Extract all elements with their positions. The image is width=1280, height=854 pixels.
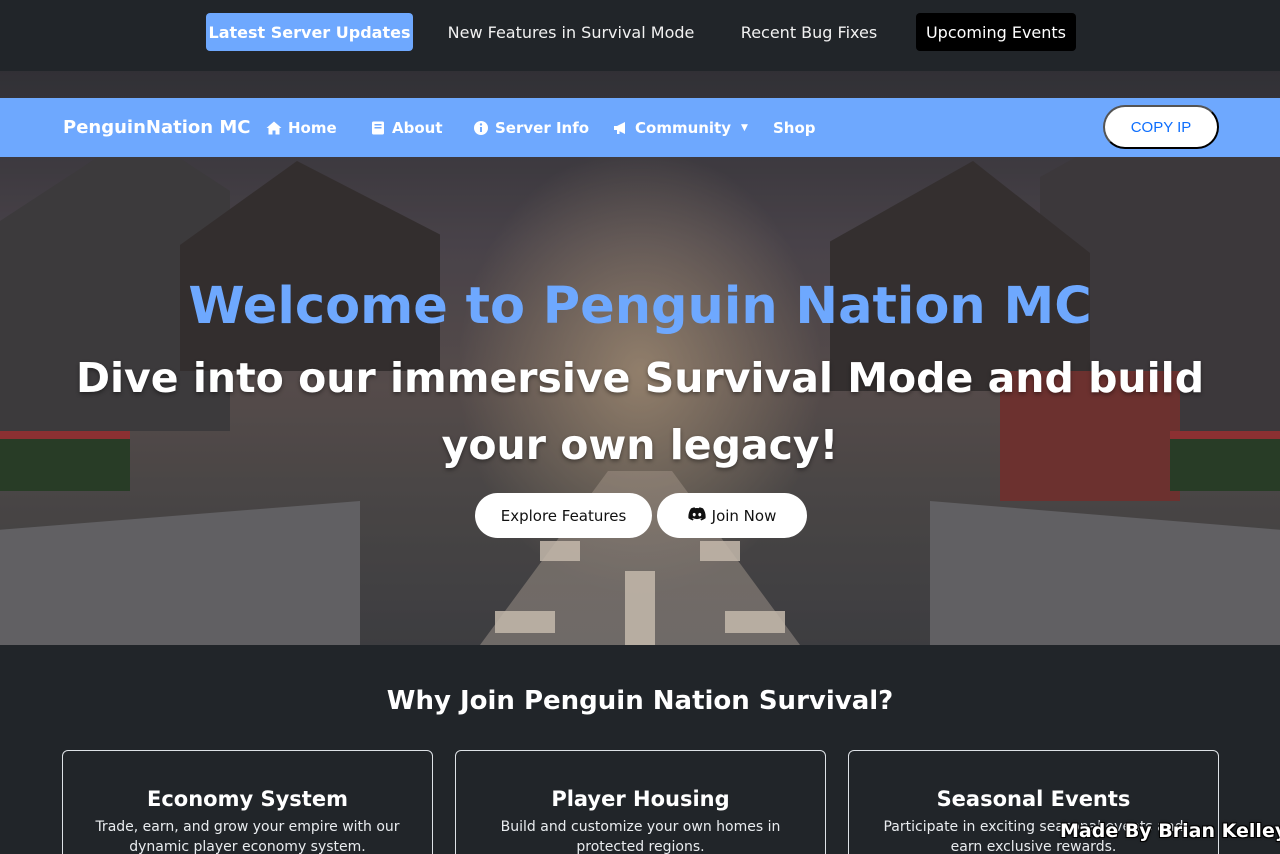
nav-community-dropdown[interactable]: Community ▼ [613,98,748,157]
ticker-upcoming-events[interactable]: Upcoming Events [916,13,1076,51]
nav-community-label: Community [635,118,732,137]
feature-card-text: Trade, earn, and grow your empire with o… [95,819,400,854]
copy-ip-button[interactable]: COPY IP [1103,105,1219,149]
explore-features-button[interactable]: Explore Features [475,493,652,538]
main-navbar: PenguinNation MC Home About Server Info … [0,98,1280,157]
nav-home[interactable]: Home [266,98,337,157]
nav-server-info-label: Server Info [495,118,590,137]
feature-card-title: Seasonal Events [936,787,1131,811]
feature-card-title: Player Housing [551,787,730,811]
megaphone-icon [613,120,629,136]
chevron-down-icon: ▼ [741,122,748,133]
home-icon [266,120,282,136]
ticker-new-features[interactable]: New Features in Survival Mode [440,13,702,51]
join-now-label: Join Now [711,506,777,525]
nav-home-label: Home [288,118,337,137]
book-icon [370,120,386,136]
nav-about[interactable]: About [370,98,443,157]
brand-link[interactable]: PenguinNation MC [63,98,250,157]
feature-card-housing: Player Housing Build and customize your … [455,750,826,854]
ticker-recent-bug-fixes[interactable]: Recent Bug Fixes [728,13,890,51]
feature-card-text: Build and customize your own homes in pr… [500,819,781,854]
info-circle-icon [473,120,489,136]
feature-card-economy: Economy System Trade, earn, and grow you… [62,750,433,854]
discord-icon [688,506,706,525]
features-heading: Why Join Penguin Nation Survival? [386,686,894,716]
nav-shop[interactable]: Shop [773,98,816,157]
hero-title: Welcome to Penguin Nation MC [188,277,1092,336]
ticker-latest-server-updates[interactable]: Latest Server Updates [206,13,413,51]
hero-subtitle: Dive into our immersive Survival Mode an… [75,354,1205,469]
updates-ticker-bar: Latest Server Updates New Features in Su… [0,0,1280,71]
join-now-button[interactable]: Join Now [657,493,807,538]
nav-about-label: About [392,118,443,137]
explore-features-label: Explore Features [500,506,627,525]
feature-card-title: Economy System [147,787,348,811]
author-credit: Made By Brian Kelley [1060,820,1280,842]
nav-server-info[interactable]: Server Info [473,98,589,157]
nav-shop-label: Shop [773,118,816,137]
